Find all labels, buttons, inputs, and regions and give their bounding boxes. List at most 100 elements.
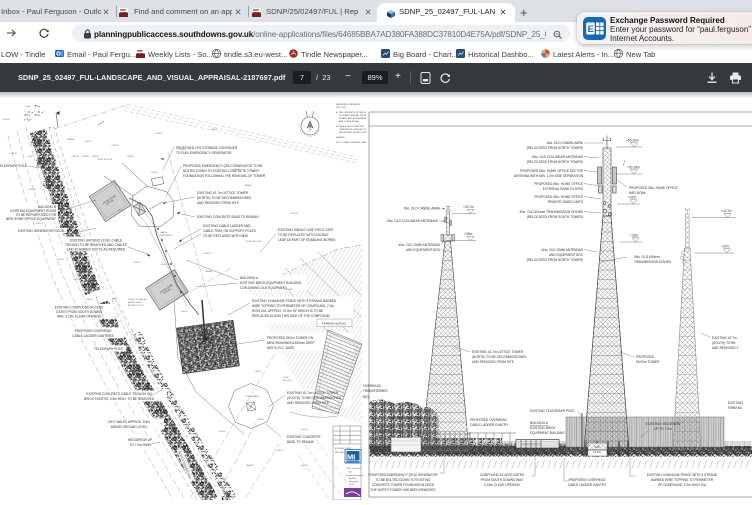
svg-text:+38m: +38m xyxy=(464,232,473,236)
svg-text:LAID IN BURIED DUCTS AS REQUIR: LAID IN BURIED DUCTS AS REQUIRED xyxy=(67,248,126,252)
svg-text:CONC BLOCKS: CONC BLOCKS xyxy=(97,159,113,161)
svg-text:+236.73: +236.73 xyxy=(228,359,236,361)
svg-text:GRASS: GRASS xyxy=(246,464,254,467)
svg-text:(NORTH) TO BE DECOMMISSIONED: (NORTH) TO BE DECOMMISSIONED xyxy=(472,355,527,359)
svg-text:PROPOSED 6No. HOME OFFICE SECT: PROPOSED 6No. HOME OFFICE SECTOR xyxy=(520,169,584,173)
svg-text:MI: MI xyxy=(347,453,355,462)
svg-text:EXISTING 42.7m: EXISTING 42.7m xyxy=(712,336,737,340)
svg-text:BASE TO REMAIN: BASE TO REMAIN xyxy=(287,440,315,444)
svg-text:FROM SOUTH DOWNS WAY,: FROM SOUTH DOWNS WAY, xyxy=(481,478,524,482)
svg-text:EXISTING 42.7m LATTICE TOWER: EXISTING 42.7m LATTICE TOWER xyxy=(197,191,249,195)
svg-text:M: M xyxy=(313,135,316,138)
svg-text:ELEGRAPH POLE: ELEGRAPH POLE xyxy=(0,164,27,168)
svg-text:+238.05: +238.05 xyxy=(210,129,218,131)
svg-text:EXISTING SINGLE LEAF FIELD GAT: EXISTING SINGLE LEAF FIELD GATE xyxy=(278,228,334,232)
svg-text:TO FUEL EMERGENCY GENERATOR: TO FUEL EMERGENCY GENERATOR xyxy=(176,151,232,155)
svg-text:GRASS: GRASS xyxy=(205,270,213,273)
svg-text:+231.47: +231.47 xyxy=(73,279,81,281)
svg-text:DIMENSIONS CHECKED ON SITE: DIMENSIONS CHECKED ON SITE xyxy=(339,129,372,131)
svg-text:REPLACED ALONG THIS SIDE OF TH: REPLACED ALONG THIS SIDE OF THE COMPOUND xyxy=(252,314,331,318)
svg-text:(NORTH) TO BE DECOMMISSIONED: (NORTH) TO BE DECOMMISSIONED xyxy=(197,196,252,200)
svg-text:+238.28: +238.28 xyxy=(126,156,134,158)
svg-text:FARM BU: FARM BU xyxy=(728,406,743,410)
svg-text:EXTERNAL BAND FILTERS: EXTERNAL BAND FILTERS xyxy=(543,187,583,191)
svg-text:PROPOSED 6No. HOME OFFICE: PROPOSED 6No. HOME OFFICE xyxy=(534,195,583,199)
svg-text:CONTRACT AND ALL PROJECT: CONTRACT AND ALL PROJECT xyxy=(339,114,370,117)
svg-text:(SOUTH) TO BE: (SOUTH) TO BE xyxy=(712,341,736,345)
svg-text:+238.02: +238.02 xyxy=(160,264,168,266)
svg-text:4No. OLD OMNI ANTENNAS: 4No. OLD OMNI ANTENNAS xyxy=(542,248,583,252)
svg-text:+234.63: +234.63 xyxy=(133,262,141,264)
svg-text:EXISTING BRICK EQUIPMENT BUILD: EXISTING BRICK EQUIPMENT BUILDING xyxy=(240,281,302,285)
svg-text:GRASS: GRASS xyxy=(285,288,293,291)
svg-text:HIGH O/A, APPROX. 37.0m OF WHI: HIGH O/A, APPROX. 37.0m OF WHICH IS TO B… xyxy=(252,309,323,313)
svg-text:+238.28: +238.28 xyxy=(290,213,298,215)
svg-text:TRANSFORMER: TRANSFORMER xyxy=(363,389,388,393)
svg-text:TELEGRAPH POLE: TELEGRAPH POLE xyxy=(94,347,123,351)
svg-text:EXISTING HEDGEROW: EXISTING HEDGEROW xyxy=(646,422,681,426)
svg-text:+38m: +38m xyxy=(630,234,639,238)
svg-text:O/H CABLES APPROX. 5.5m: O/H CABLES APPROX. 5.5m xyxy=(108,420,150,424)
svg-text:+238.47: +238.47 xyxy=(111,145,119,147)
svg-text:REMOTE RADIO UNITS: REMOTE RADIO UNITS xyxy=(548,200,583,204)
svg-text:BUILDING A: BUILDING A xyxy=(530,421,549,425)
svg-text:HEDGEROW UP: HEDGEROW UP xyxy=(128,438,152,442)
svg-text:JULY 2025: JULY 2025 xyxy=(336,107,347,109)
svg-text:UP TO 7.0m: UP TO 7.0m xyxy=(654,427,672,431)
svg-text:MFD Communic: MFD Communic xyxy=(347,468,361,470)
svg-text:Hampshire: Hampshire xyxy=(349,481,360,483)
svg-text:SCC : OTHER LICENSED USER: SCC : OTHER LICENSED USER xyxy=(336,142,367,144)
svg-text:EXISTING COMPOUND ACCESS: EXISTING COMPOUND ACCESS xyxy=(55,306,104,310)
svg-text:CONTAINING OLD EQUIPMENT: CONTAINING OLD EQUIPMENT xyxy=(240,286,287,290)
svg-text:+50.39m: +50.39m xyxy=(627,166,640,170)
svg-text:APPROX 237.12: APPROX 237.12 xyxy=(128,304,144,307)
svg-text:+238.07: +238.07 xyxy=(232,169,240,171)
svg-text:E: E xyxy=(588,24,594,35)
svg-text:GRASS: GRASS xyxy=(67,138,75,141)
svg-text:REVISION NOTES APRIL: REVISION NOTES APRIL xyxy=(336,103,361,106)
svg-text:+45m: +45m xyxy=(628,196,637,200)
svg-text:+230.73: +230.73 xyxy=(27,156,35,158)
svg-text:Site: Site xyxy=(349,471,353,474)
svg-text:1No. OLD CANDELABRA: 1No. OLD CANDELABRA xyxy=(546,141,584,145)
svg-text:SUPPORTS: SUPPORTS xyxy=(160,235,173,237)
svg-text:OF COMPOUND, 2.2m HIGH O/A: OF COMPOUND, 2.2m HIGH O/A xyxy=(658,483,707,487)
svg-text:DETAILS AND SITE AGREEMENTS: DETAILS AND SITE AGREEMENTS xyxy=(339,117,373,120)
svg-text:BUILDING A: BUILDING A xyxy=(240,276,259,280)
svg-text:EXISTING BRICK: EXISTING BRICK xyxy=(377,430,403,434)
svg-text:+230.45: +230.45 xyxy=(2,119,10,121)
svg-text:+236.73: +236.73 xyxy=(276,450,284,452)
svg-text:TO BE REPLACED WITH NEW: TO BE REPLACED WITH NEW xyxy=(203,234,248,238)
svg-text:+230.44: +230.44 xyxy=(28,189,36,191)
svg-text:+238.26: +238.26 xyxy=(84,141,92,143)
svg-text:NEW 9500x9500x1250mm DEEP: NEW 9500x9500x1250mm DEEP xyxy=(267,341,315,345)
svg-text:PROPOSED 6No. HOME OFFICE: PROPOSED 6No. HOME OFFICE xyxy=(534,182,583,186)
svg-text:ARE CONFIDENTIAL: ARE CONFIDENTIAL xyxy=(339,120,360,123)
svg-text:+238.01: +238.01 xyxy=(150,172,158,174)
svg-text:PROPOSED EMERGENCY QS10 GENERA: PROPOSED EMERGENCY QS10 GENERATOR xyxy=(368,473,438,477)
svg-text:+230.07: +230.07 xyxy=(218,431,226,433)
svg-text:+230.73: +230.73 xyxy=(35,223,43,225)
svg-text:NEW HOME OFFICE EQUIPMENT: NEW HOME OFFICE EQUIPMENT xyxy=(6,217,56,221)
svg-text:+236.44: +236.44 xyxy=(180,311,188,313)
svg-text:Newport Business P: Newport Business P xyxy=(346,474,365,477)
svg-text:CONC BLOCKS: CONC BLOCKS xyxy=(246,241,262,243)
svg-text:+238.03: +238.03 xyxy=(203,253,211,255)
svg-text:3.15m CLEAR OPENING: 3.15m CLEAR OPENING xyxy=(484,483,520,487)
svg-text:+55.00m: +55.00m xyxy=(626,139,639,143)
svg-text:AND EQUIPMENT BOX: AND EQUIPMENT BOX xyxy=(549,253,584,257)
svg-text:3No. OLD 600mm TRANSMISSION DI: 3No. OLD 600mm TRANSMISSION DISHES xyxy=(519,210,583,214)
svg-text:TO BE BOLTED DOWN TO EXISTING: TO BE BOLTED DOWN TO EXISTING xyxy=(376,478,431,482)
svg-text:CABLE LADDER GANTRIES: CABLE LADDER GANTRIES xyxy=(72,334,113,338)
svg-text:PROPOSED: PROPOSED xyxy=(636,355,655,359)
svg-text:FL.15: FL.15 xyxy=(118,210,124,212)
svg-text:+231.84: +231.84 xyxy=(56,259,64,261)
svg-text:+236.46: +236.46 xyxy=(300,429,308,431)
svg-text:+42.7m: +42.7m xyxy=(463,205,474,209)
svg-text:WIRE TOPPING TO PERIMETER OF C: WIRE TOPPING TO PERIMETER OF COMPOUND, 2… xyxy=(252,304,334,308)
svg-text:55.00m TOWER: 55.00m TOWER xyxy=(636,360,660,364)
svg-text:REV DATE: REV DATE xyxy=(335,451,346,454)
svg-text:B. WHOLE LAYOUT AND KEY: B. WHOLE LAYOUT AND KEY xyxy=(336,125,365,128)
svg-text:EXISTING CONCRETE BASE TO REMA: EXISTING CONCRETE BASE TO REMAIN xyxy=(197,215,259,219)
svg-text:+42.7m: +42.7m xyxy=(721,209,732,213)
